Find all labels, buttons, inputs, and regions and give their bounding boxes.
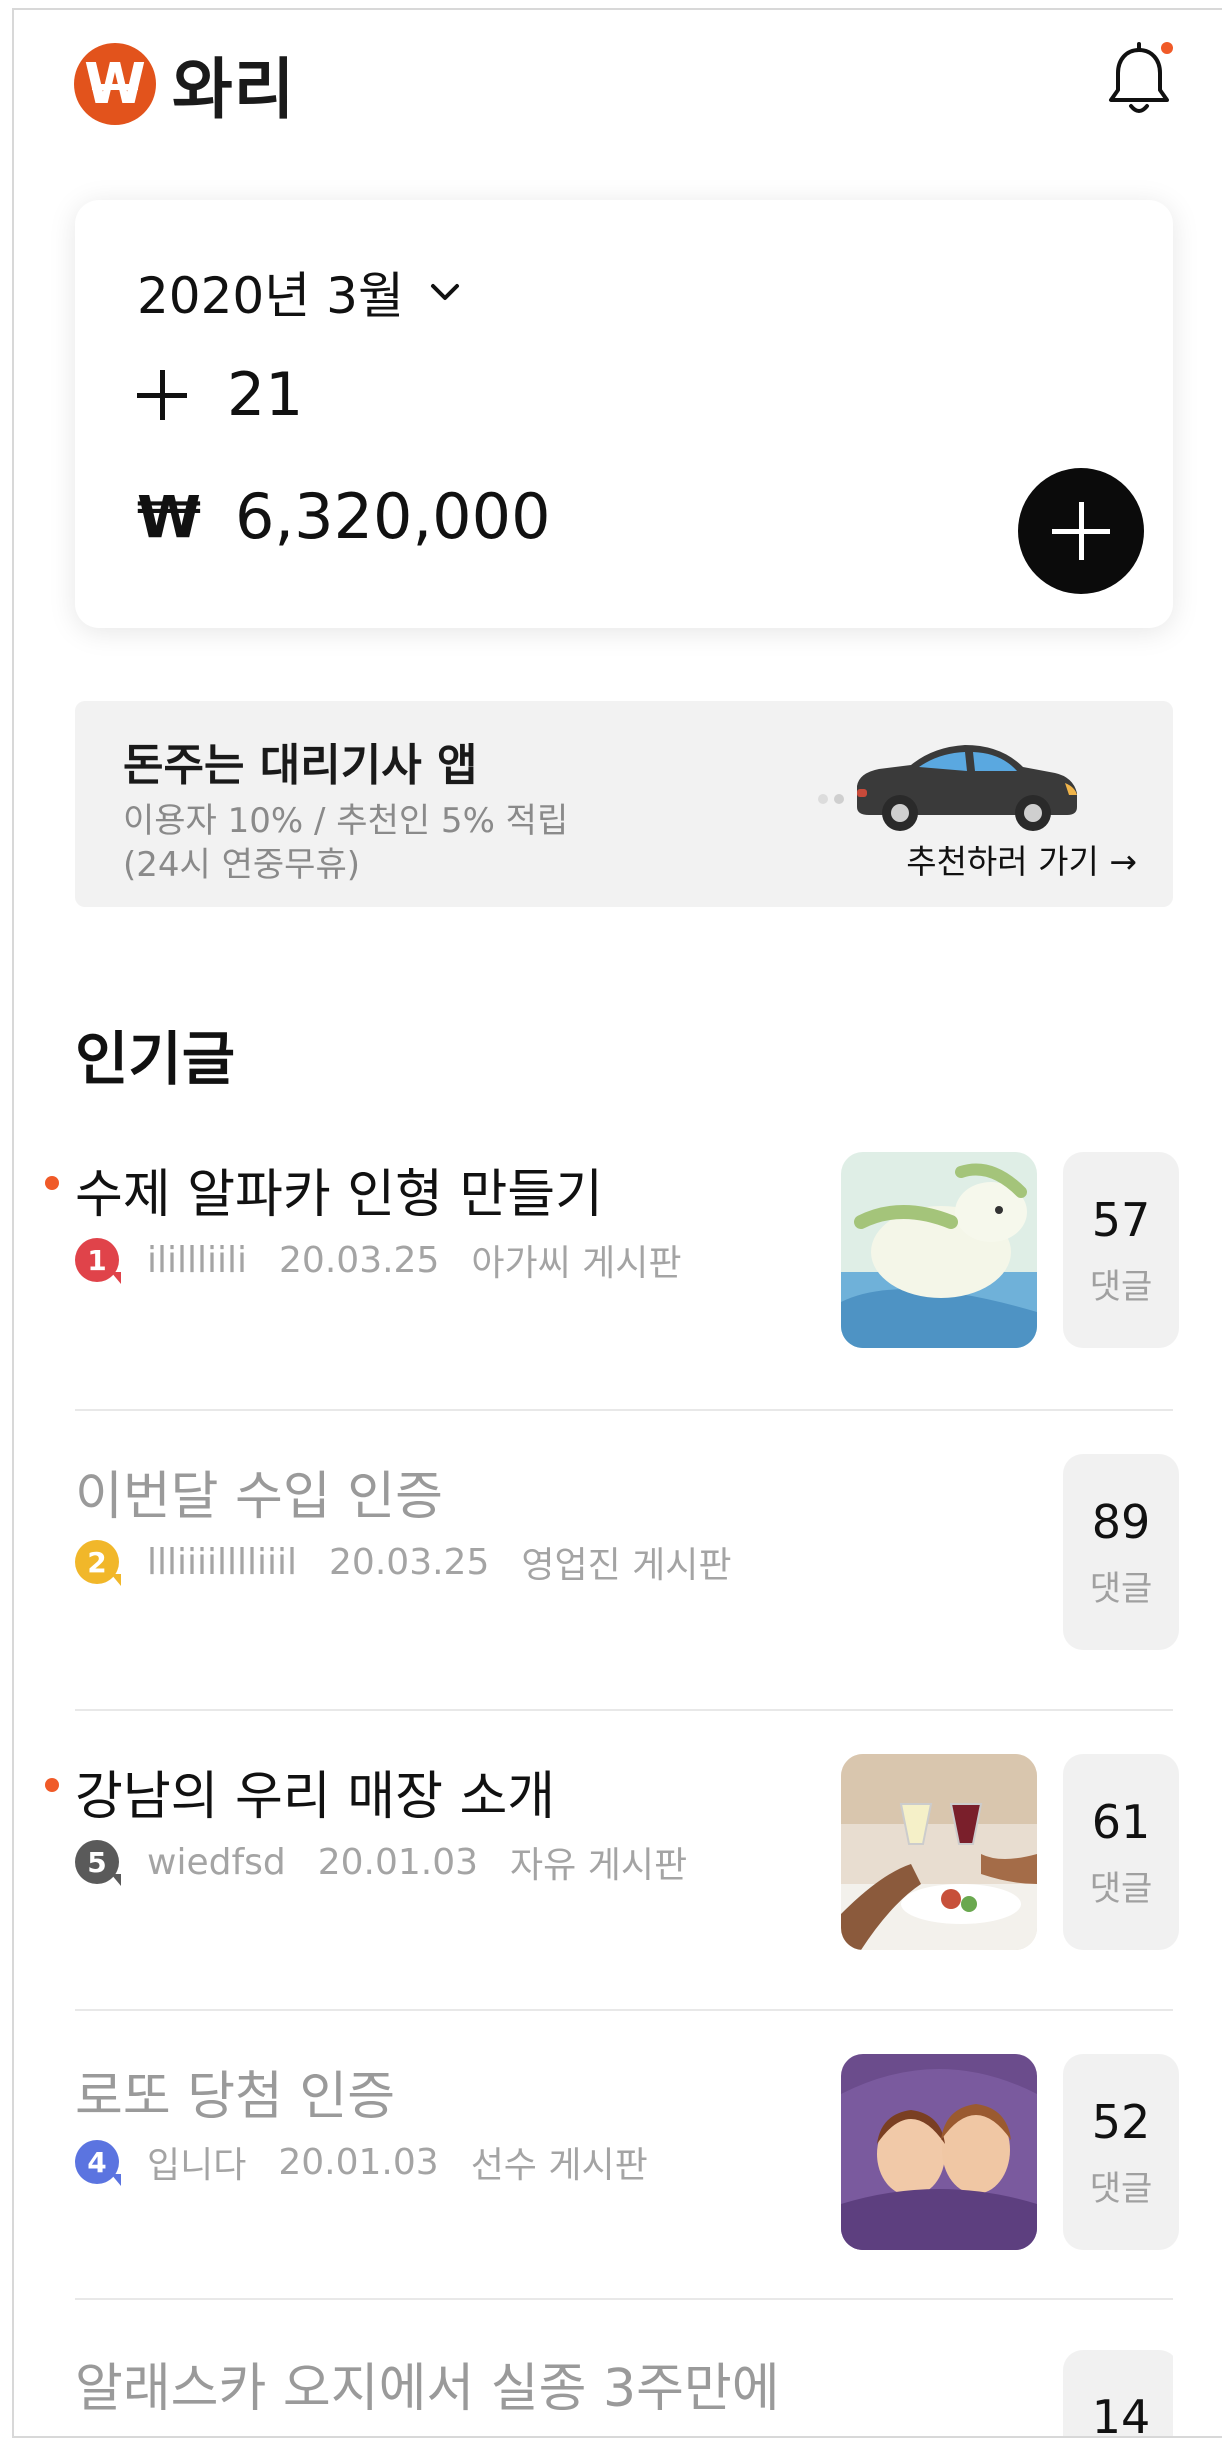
divider (75, 1409, 1173, 1411)
comment-count: 14 (1091, 2390, 1151, 2436)
post-title: 수제 알파카 인형 만들기 (75, 1165, 603, 1225)
banner-note: (24시 연중무휴) (123, 845, 361, 885)
post-meta: 5 wiedfsd 20.01.03 자유 게시판 (75, 1836, 687, 1888)
post-board: 자유 게시판 (510, 1845, 688, 1886)
list-item[interactable]: 알래스카 오지에서 실종 3주만에 14 (75, 2346, 1173, 2436)
post-board: 영업진 게시판 (521, 1545, 732, 1586)
notification-dot (1161, 42, 1173, 54)
promo-banner[interactable]: 돈주는 대리기사 앱 이용자 10% / 추천인 5% 적립 (24시 연중무휴… (75, 701, 1173, 907)
plus-icon (137, 370, 187, 420)
comment-count: 57 (1091, 1192, 1151, 1247)
rank-badge: 4 (75, 2140, 121, 2186)
app-logo[interactable]: W 와리 (74, 36, 295, 132)
post-author: 입니다 (147, 2145, 247, 2186)
amount-row: ₩ 6,320,000 (137, 480, 551, 553)
divider (75, 2009, 1173, 2011)
logo-badge-icon: W (74, 43, 156, 125)
banner-subtitle: 이용자 10% / 추천인 5% 적립 (123, 801, 569, 841)
post-date: 20.03.25 (279, 1239, 440, 1281)
comment-count-box: 14 (1063, 2350, 1173, 2436)
won-icon: ₩ (137, 482, 201, 551)
unread-dot (45, 1778, 59, 1792)
section-title-popular: 인기글 (75, 1025, 236, 1093)
post-date: 20.01.03 (278, 2141, 439, 2183)
comment-count: 89 (1091, 1494, 1151, 1549)
post-meta: 1 ilillliili 20.03.25 아가씨 게시판 (75, 1234, 682, 1286)
post-thumbnail-image (841, 2054, 1037, 2250)
list-item[interactable]: 이번달 수입 인증 2 llliiiilllliiil 20.03.25 영업진… (75, 1454, 1179, 1654)
comment-label: 댓글 (1089, 1266, 1153, 1307)
rank-badge: 5 (75, 1840, 121, 1886)
frame-edge-left (12, 8, 14, 2438)
comment-count-box: 57 댓글 (1063, 1152, 1179, 1348)
car-icon (818, 745, 1077, 831)
app-screen: W 와리 2020년 3월 21 ₩ 6,320,000 돈주는 대리기사 앱 … (0, 0, 1232, 2449)
post-meta: 2 llliiiilllliiil 20.03.25 영업진 게시판 (75, 1536, 732, 1588)
summary-card: 2020년 3월 21 ₩ 6,320,000 (75, 200, 1173, 628)
divider (75, 2298, 1173, 2300)
comment-count: 52 (1091, 2094, 1151, 2149)
amount-value: 6,320,000 (234, 480, 551, 553)
month-selector[interactable]: 2020년 3월 (137, 256, 460, 328)
comment-count-box: 89 댓글 (1063, 1454, 1179, 1650)
list-item[interactable]: 수제 알파카 인형 만들기 1 ilillliili 20.03.25 아가씨 … (45, 1152, 1179, 1352)
frame-edge-top (12, 8, 1222, 10)
post-title: 로또 당첨 인증 (75, 2067, 396, 2127)
list-item[interactable]: 강남의 우리 매장 소개 5 wiedfsd 20.01.03 자유 게시판 6… (45, 1754, 1179, 1954)
post-author: ilillliili (147, 1239, 248, 1281)
post-board: 선수 게시판 (470, 2145, 648, 2186)
unread-dot (45, 1176, 59, 1190)
rank-badge: 1 (75, 1238, 121, 1284)
banner-link[interactable]: 추천하러 가기 → (906, 835, 1137, 883)
comment-label: 댓글 (1089, 1868, 1153, 1909)
post-author: llliiiilllliiil (147, 1541, 298, 1583)
post-author: wiedfsd (147, 1841, 286, 1883)
app-name: 와리 (172, 51, 296, 128)
count-row: 21 (137, 360, 303, 430)
comment-count-box: 61 댓글 (1063, 1754, 1179, 1950)
count-value: 21 (227, 360, 304, 430)
post-meta: 4 입니다 20.01.03 선수 게시판 (75, 2136, 648, 2188)
comment-count: 61 (1091, 1794, 1151, 1849)
comment-count-box: 52 댓글 (1063, 2054, 1179, 2250)
month-label: 2020년 3월 (137, 267, 404, 325)
divider (75, 1709, 1173, 1711)
post-title: 알래스카 오지에서 실종 3주만에 (75, 2359, 780, 2419)
post-title: 이번달 수입 인증 (75, 1467, 443, 1527)
comment-label: 댓글 (1089, 2168, 1153, 2209)
frame-edge-bottom (12, 2436, 1222, 2438)
post-title: 강남의 우리 매장 소개 (75, 1767, 556, 1827)
post-date: 20.01.03 (317, 1841, 479, 1883)
list-item[interactable]: 로또 당첨 인증 4 입니다 20.01.03 선수 게시판 52 댓글 (75, 2054, 1179, 2254)
rank-badge: 2 (75, 1540, 121, 1586)
add-button[interactable] (1018, 468, 1144, 594)
comment-label: 댓글 (1089, 1568, 1153, 1609)
banner-title: 돈주는 대리기사 앱 (123, 740, 478, 791)
post-thumbnail-image (841, 1754, 1037, 1950)
post-date: 20.03.25 (329, 1541, 490, 1583)
post-board: 아가씨 게시판 (471, 1243, 682, 1284)
chevron-down-icon (430, 284, 459, 300)
post-thumbnail-image (841, 1152, 1037, 1348)
